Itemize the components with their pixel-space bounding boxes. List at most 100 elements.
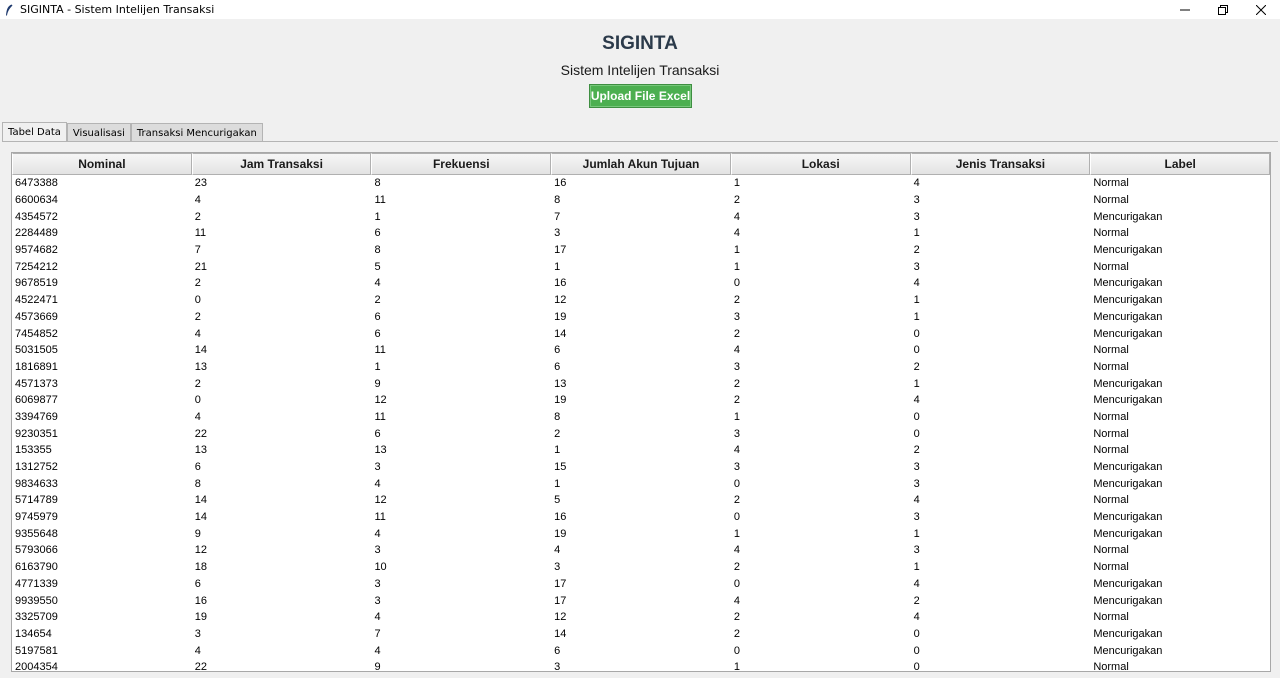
table-row[interactable]: 4354572 2 1 7 4 3 Mencurigakan (12, 208, 1270, 225)
table-row[interactable]: 5197581 4 4 6 0 0 Mencurigakan (12, 642, 1270, 659)
table-row[interactable]: 3325709 19 4 12 2 4 Normal (12, 609, 1270, 626)
table-row[interactable]: 3394769 4 11 8 1 0 Normal (12, 409, 1270, 426)
table-cell: 3 (913, 260, 920, 273)
table-cell: 1816891 (15, 360, 58, 373)
column-header-label[interactable]: Label (1090, 153, 1270, 175)
table-cell: 4354572 (15, 210, 58, 223)
table-cell: 5197581 (15, 644, 58, 657)
table-cell: Mencurigakan (1093, 294, 1163, 307)
table-cell: 9230351 (15, 427, 58, 440)
table-cell: Normal (1093, 444, 1129, 457)
table-row[interactable]: 7254212 21 5 1 1 3 Normal (12, 258, 1270, 275)
table-cell: 0 (913, 410, 920, 423)
table-row[interactable]: 6473388 23 8 16 1 4 Normal (12, 175, 1270, 192)
table-cell: 4 (194, 194, 201, 207)
tab-tabel-data[interactable]: Tabel Data (2, 122, 67, 142)
minimize-icon[interactable] (1166, 0, 1204, 19)
table-row[interactable]: 1312752 6 3 15 3 3 Mencurigakan (12, 459, 1270, 476)
table-row[interactable]: 2004354 22 9 3 1 0 Normal (12, 659, 1270, 672)
table-cell: 2 (194, 377, 201, 390)
table-cell: 1 (374, 360, 381, 373)
table-row[interactable]: 4571373 2 9 13 2 1 Mencurigakan (12, 375, 1270, 392)
table-row[interactable]: 153355 13 13 1 4 2 Normal (12, 442, 1270, 459)
table-cell: 9745979 (15, 511, 58, 524)
table-cell: 9355648 (15, 527, 58, 540)
column-header-jam-transaksi[interactable]: Jam Transaksi (191, 153, 372, 175)
table-cell: 22 (194, 661, 207, 672)
close-icon[interactable] (1242, 0, 1280, 19)
table-row[interactable]: 6163790 18 10 3 2 1 Normal (12, 559, 1270, 576)
table-cell: Mencurigakan (1093, 511, 1163, 524)
table-cell: Mencurigakan (1093, 327, 1163, 340)
table-row[interactable]: 9834633 8 4 1 0 3 Mencurigakan (12, 475, 1270, 492)
table-cell: 5 (374, 260, 381, 273)
table-cell: Normal (1093, 410, 1129, 423)
column-header-jumlah-akun-tujuan[interactable]: Jumlah Akun Tujuan (551, 153, 731, 175)
table-row[interactable]: 9939550 16 3 17 4 2 Mencurigakan (12, 592, 1270, 609)
table-row[interactable]: 5714789 14 12 5 2 4 Normal (12, 492, 1270, 509)
restore-icon[interactable] (1204, 0, 1242, 19)
app-subtitle: Sistem Intelijen Transaksi (560, 62, 720, 78)
table-row[interactable]: 6600634 4 11 8 2 3 Normal (12, 192, 1270, 209)
table-cell: 2 (194, 210, 201, 223)
table-cell: Normal (1093, 360, 1129, 373)
table-cell: 3 (733, 461, 740, 474)
table-cell: 3 (733, 310, 740, 323)
table-row[interactable]: 5793066 12 3 4 4 3 Normal (12, 542, 1270, 559)
table-cell: 4 (733, 594, 740, 607)
tab-visualisasi[interactable]: Visualisasi (66, 123, 131, 142)
table-cell: 1 (913, 377, 920, 390)
upload-excel-button[interactable]: Upload File Excel (589, 84, 692, 108)
table-cell: 19 (554, 527, 567, 540)
table-cell: 4 (194, 327, 201, 340)
table-row[interactable]: 4573669 2 6 19 3 1 Mencurigakan (12, 309, 1270, 326)
table-cell: 3 (194, 627, 201, 640)
table-row[interactable]: 1816891 13 1 6 3 2 Normal (12, 359, 1270, 376)
table-cell: 0 (913, 627, 920, 640)
table-cell: 2 (733, 194, 740, 207)
table-cell: 2 (554, 427, 561, 440)
window-titlebar[interactable]: SIGINTA - Sistem Intelijen Transaksi (0, 0, 1280, 19)
table-row[interactable]: 9574682 7 8 17 1 2 Mencurigakan (12, 242, 1270, 259)
table-cell: Normal (1093, 194, 1129, 207)
table-cell: 4 (913, 394, 920, 407)
table-cell: 4 (194, 644, 201, 657)
data-table[interactable]: Nominal Jam Transaksi Frekuensi Jumlah A… (11, 152, 1271, 672)
column-header-jenis-transaksi[interactable]: Jenis Transaksi (910, 153, 1091, 175)
table-row[interactable]: 2284489 11 6 3 4 1 Normal (12, 225, 1270, 242)
tab-transaksi-mencurigakan[interactable]: Transaksi Mencurigakan (130, 123, 263, 142)
table-cell: Normal (1093, 177, 1129, 190)
table-row[interactable]: 6069877 0 12 19 2 4 Mencurigakan (12, 392, 1270, 409)
column-header-frekuensi[interactable]: Frekuensi (371, 153, 552, 175)
table-row[interactable]: 4522471 0 2 12 2 1 Mencurigakan (12, 292, 1270, 309)
table-cell: 4 (733, 227, 740, 240)
table-row[interactable]: 5031505 14 11 6 4 0 Normal (12, 342, 1270, 359)
table-cell: 6163790 (15, 561, 58, 574)
table-cell: 2 (913, 244, 920, 257)
table-row[interactable]: 134654 3 7 14 2 0 Mencurigakan (12, 626, 1270, 643)
column-header-lokasi[interactable]: Lokasi (730, 153, 911, 175)
table-row[interactable]: 9355648 9 4 19 1 1 Mencurigakan (12, 525, 1270, 542)
table-row[interactable]: 4771339 6 3 17 0 4 Mencurigakan (12, 576, 1270, 593)
table-cell: 3 (374, 594, 381, 607)
table-cell: 1 (733, 177, 740, 190)
table-row[interactable]: 9678519 2 4 16 0 4 Mencurigakan (12, 275, 1270, 292)
app-title: SIGINTA (602, 33, 678, 54)
table-cell: 23 (194, 177, 207, 190)
table-cell: 14 (554, 627, 567, 640)
table-cell: Mencurigakan (1093, 627, 1163, 640)
table-row[interactable]: 9230351 22 6 2 3 0 Normal (12, 425, 1270, 442)
tab-bar: Tabel Data Visualisasi Transaksi Mencuri… (2, 122, 263, 142)
table-cell: Normal (1093, 260, 1129, 273)
table-cell: 16 (194, 594, 207, 607)
table-cell: 4 (913, 577, 920, 590)
table-cell: 14 (194, 511, 207, 524)
table-row[interactable]: 7454852 4 6 14 2 0 Mencurigakan (12, 325, 1270, 342)
column-header-nominal[interactable]: Nominal (12, 153, 192, 175)
table-cell: 6 (554, 644, 561, 657)
table-row[interactable]: 9745979 14 11 16 0 3 Mencurigakan (12, 509, 1270, 526)
table-cell: 3 (913, 477, 920, 490)
table-cell: Normal (1093, 544, 1129, 557)
table-cell: Mencurigakan (1093, 461, 1163, 474)
table-cell: 1312752 (15, 461, 58, 474)
